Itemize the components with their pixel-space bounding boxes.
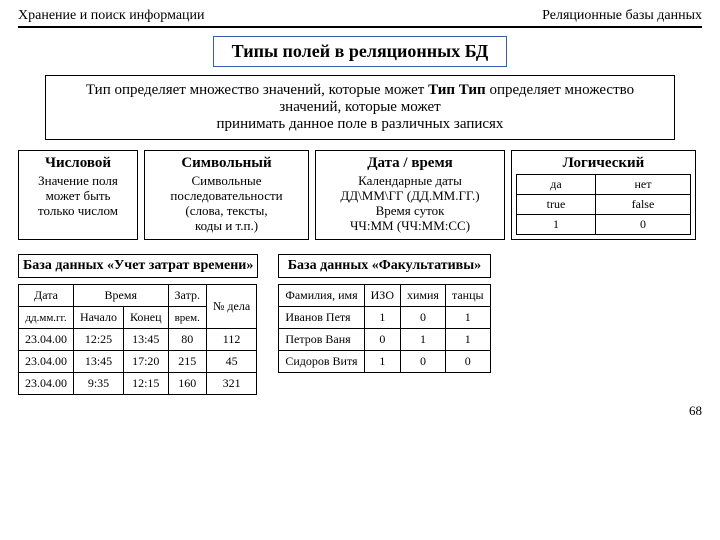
col-date: Дата [19, 285, 74, 307]
cell: 1 [517, 215, 596, 235]
table-row: Сидоров Витя 1 0 0 [279, 351, 490, 373]
col-end: Конец [123, 307, 168, 329]
type-desc: Значение поля может быть только числом [25, 174, 131, 219]
db-electives: База данных «Факультативы» Фамилия, имя … [278, 254, 490, 395]
col-date-sub: дд.мм.гг. [19, 307, 74, 329]
type-numeric: Числовой Значение поля может быть только… [18, 150, 138, 240]
cell: да [517, 175, 596, 195]
col-spent: Затр. [168, 285, 206, 307]
page-number: 68 [18, 403, 702, 419]
db-electives-table: Фамилия, имя ИЗО химия танцы Иванов Петя… [278, 284, 490, 373]
databases-row: База данных «Учет затрат времени» Дата В… [18, 254, 702, 395]
desc-line1: Тип Тип определяет множество значений, к… [428, 82, 459, 98]
col-time: Время [74, 285, 169, 307]
cell: true [517, 195, 596, 215]
db-time-table: Дата Время Затр. № дела дд.мм.гг. Начало… [18, 284, 257, 395]
col-spent-sub: врем. [168, 307, 206, 329]
col-izo: ИЗО [364, 285, 400, 307]
type-heading: Числовой [25, 155, 131, 172]
header-left: Хранение и поиск информации [18, 8, 205, 24]
type-desc: Календарные даты ДД\ММ\ГГ (ДД.ММ.ГГ.) Вр… [322, 174, 498, 234]
type-logical: Логический данет truefalse 10 [511, 150, 696, 240]
db-title: База данных «Факультативы» [278, 254, 490, 278]
type-symbol: Символьный Символьные последовательности… [144, 150, 309, 240]
col-dance: танцы [445, 285, 490, 307]
desc-line: Тип определяет множество значений, котор… [86, 82, 428, 98]
table-row: 23.04.00 9:35 12:15 160 321 [19, 373, 257, 395]
type-heading: Дата / время [322, 155, 498, 172]
db-time: База данных «Учет затрат времени» Дата В… [18, 254, 258, 395]
col-start: Начало [74, 307, 124, 329]
type-date: Дата / время Календарные даты ДД\ММ\ГГ (… [315, 150, 505, 240]
page-header: Хранение и поиск информации Реляционные … [18, 8, 702, 28]
cell: нет [595, 175, 690, 195]
table-row: 23.04.00 13:45 17:20 215 45 [19, 351, 257, 373]
type-desc: Символьные последовательности (слова, те… [151, 174, 302, 234]
logical-table: данет truefalse 10 [516, 174, 691, 235]
header-right: Реляционные базы данных [542, 8, 702, 24]
table-row: Иванов Петя 1 0 1 [279, 307, 490, 329]
col-case: № дела [206, 285, 256, 329]
title-wrap: Типы полей в реляционных БД [18, 36, 702, 67]
type-heading: Символьный [151, 155, 302, 172]
cell: false [595, 195, 690, 215]
type-heading: Логический [516, 155, 691, 172]
col-chem: химия [400, 285, 445, 307]
types-row: Числовой Значение поля может быть только… [18, 150, 702, 240]
page-title: Типы полей в реляционных БД [213, 36, 508, 67]
type-definition: Тип определяет множество значений, котор… [45, 75, 674, 140]
cell: 0 [595, 215, 690, 235]
table-row: 23.04.00 12:25 13:45 80 112 [19, 329, 257, 351]
table-row: Петров Ваня 0 1 1 [279, 329, 490, 351]
db-title: База данных «Учет затрат времени» [18, 254, 258, 278]
col-name: Фамилия, имя [279, 285, 364, 307]
